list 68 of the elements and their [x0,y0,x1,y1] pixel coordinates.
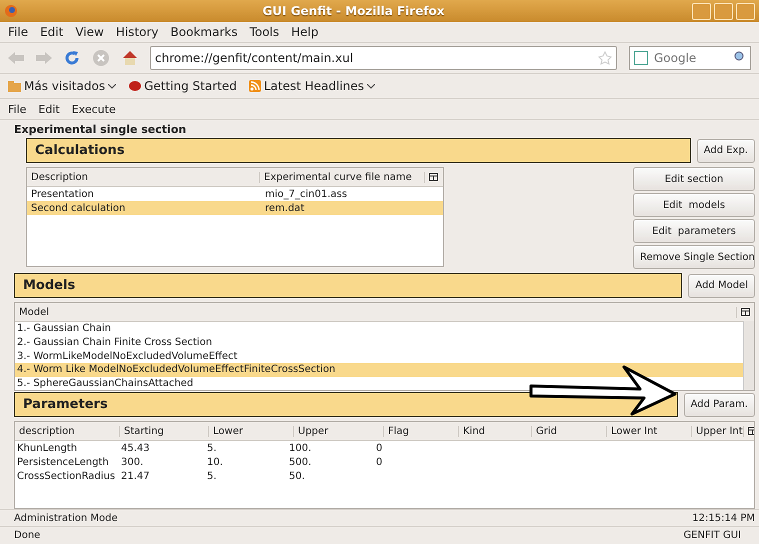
column-header[interactable]: Experimental curve file name [260,172,425,182]
column-header[interactable]: description [15,426,120,437]
action-button[interactable]: Edit parameters [633,219,755,243]
menu-item[interactable]: History [116,25,159,39]
status-text: Done [14,530,40,541]
table-cell-text: 45.43 [120,442,151,454]
table-cell-text: 100. [288,442,312,454]
time-text: 12:15:14 PM [692,512,755,524]
list-item[interactable]: 3.- WormLikeModelNoExcludedVolumeEffect [15,349,743,364]
header-title: Parameters [23,397,108,412]
list-item[interactable]: 2.- Gaussian Chain Finite Cross Section [15,336,743,350]
table-cell-text: rem.dat [264,202,306,214]
column-header[interactable]: Upper [294,426,384,437]
list-item[interactable]: 4.- Worm Like ModelNoExcludedVolumeEffectFiniteCrossSection [15,363,743,377]
menu-item[interactable]: File [8,25,28,39]
action-button[interactable]: Edit models [633,193,755,217]
address-text: chrome://genfit/content/main.xul [155,51,354,65]
column-header[interactable]: Lower [209,426,294,437]
header-title: Models [23,278,76,293]
action-button[interactable]: Remove Single Section [633,245,755,269]
search-field[interactable]: Google [629,46,751,70]
column-header[interactable]: Upper Int [692,426,744,437]
address-field[interactable]: chrome://genfit/content/main.xul [150,46,617,70]
list-item[interactable]: 5.- SphereGaussianChainsAttached [15,376,743,390]
table-cell-text: 0 [375,456,384,468]
table-cell-text: mio_7_cin01.ass [264,188,348,200]
add-model-button[interactable]: Add Model [688,274,755,298]
add-param-button[interactable]: Add Param. [684,392,755,417]
table-cell-text: 0 [375,442,384,454]
menu-item[interactable]: File [8,102,26,116]
bookmark-item[interactable]: Más visitados [8,79,116,93]
table-row[interactable]: Second calculation rem.dat [27,201,443,215]
table-cell-text: KhunLength [16,442,78,454]
table-cell-text: PersistenceLength [16,456,110,468]
add-exp-button[interactable]: Add Exp. [696,138,755,162]
menu-item[interactable]: Help [291,25,318,39]
table-cell-text: 300. [120,456,144,468]
table-cell-text: Presentation [30,188,95,200]
table-cell-text: CrossSectionRadius [16,470,116,482]
table-cell-text: 500. [288,456,312,468]
table-row[interactable]: Presentation mio_7_cin01.ass [27,187,443,201]
bookmark-item[interactable]: Latest Headlines [248,79,376,93]
menu-item[interactable]: Edit [40,25,64,39]
window-title: GUI Genfit - Mozilla Firefox [261,4,446,18]
column-header[interactable]: Grid [532,426,607,437]
table-cell-text: Second calculation [30,202,126,214]
bookmark-item[interactable]: Getting Started [128,79,237,93]
action-button[interactable]: Edit section [633,167,755,191]
mode-text: Administration Mode [14,512,118,524]
column-header[interactable]: Flag [384,426,459,437]
menu-item[interactable]: Bookmarks [170,25,238,39]
menu-item[interactable]: Execute [72,102,116,116]
column-header[interactable]: Starting [120,426,209,437]
menu-item[interactable]: Edit [38,102,60,116]
status-right-text: GENFIT GUI [683,530,741,541]
header-title: Calculations [35,143,125,158]
column-header[interactable]: Description [27,172,260,182]
menu-item[interactable]: View [75,25,104,39]
column-header[interactable]: Lower Int [607,426,692,437]
table-cell-text: 5. [206,470,218,482]
table-cell-text: 5. [206,442,218,454]
table-cell-text: 21.47 [120,470,151,482]
column-header[interactable]: Kind [459,426,532,437]
menu-item[interactable]: Tools [250,25,280,39]
table-cell-text: 50. [288,470,306,482]
section-title: Experimental single section [14,122,188,138]
list-item[interactable]: 1.- Gaussian Chain [15,322,743,336]
table-cell-text: 10. [206,456,224,468]
